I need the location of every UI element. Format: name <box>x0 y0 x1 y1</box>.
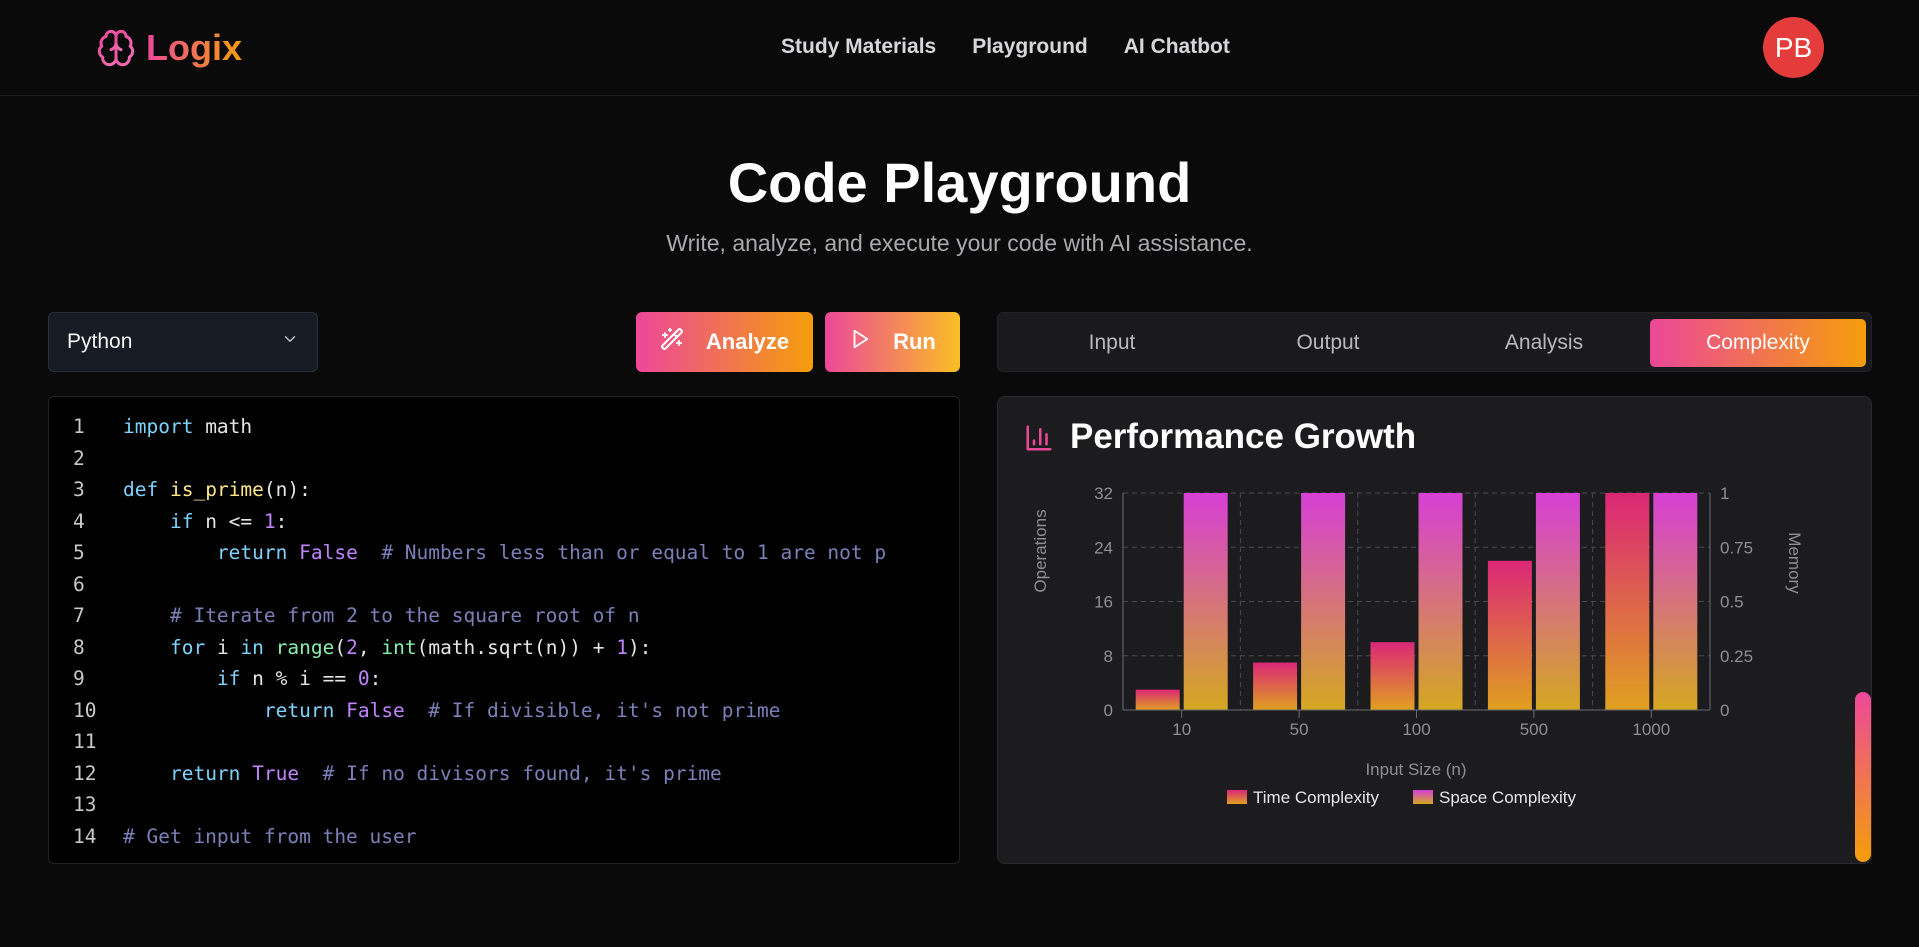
nav-study-materials[interactable]: Study Materials <box>781 35 936 59</box>
legend-swatch-space <box>1413 790 1433 804</box>
y-tick-label: 32 <box>1094 484 1113 503</box>
logo-text: Logix <box>146 27 242 68</box>
nav-playground[interactable]: Playground <box>972 35 1088 59</box>
bar-space-complexity[interactable] <box>1653 493 1698 710</box>
analyze-button[interactable]: Analyze <box>636 312 813 372</box>
legend-label-time[interactable]: Time Complexity <box>1253 788 1379 807</box>
y-axis-label: Operations <box>1031 509 1050 592</box>
code-line: 8 for i in range(2, int(math.sqrt(n)) + … <box>49 633 959 663</box>
legend-label-space[interactable]: Space Complexity <box>1439 788 1577 807</box>
tab-output[interactable]: Output <box>1220 319 1436 367</box>
code-line: 12 return True # If no divisors found, i… <box>49 759 959 789</box>
play-icon <box>849 328 871 356</box>
nav-ai-chatbot[interactable]: AI Chatbot <box>1124 35 1230 59</box>
complexity-panel: Performance Growth 0 8 16 24 32 0 0.25 0.5 0.75 1… <box>997 396 1872 864</box>
x-tick-label: 50 <box>1290 720 1309 739</box>
x-tick-label: 500 <box>1520 720 1548 739</box>
language-select[interactable]: Python <box>48 312 318 372</box>
bar-space-complexity[interactable] <box>1183 493 1228 710</box>
y2-tick-label: 0 <box>1720 701 1729 720</box>
tab-input[interactable]: Input <box>1004 319 1220 367</box>
legend-swatch-time <box>1227 790 1247 804</box>
line-number: 13 <box>73 793 97 816</box>
bar-time-complexity[interactable] <box>1370 642 1415 710</box>
code-line: 13 <box>49 790 959 820</box>
magic-wand-icon <box>660 327 684 357</box>
language-select-value: Python <box>67 330 133 353</box>
brain-icon <box>96 26 136 70</box>
code-line: 2 <box>49 444 959 474</box>
code-line: 9 if n % i == 0: <box>49 664 959 694</box>
code-line: 5 return False # Numbers less than or eq… <box>49 538 959 568</box>
logo[interactable]: Logix <box>96 26 242 70</box>
code-line: 14 # Get input from the user <box>49 822 959 852</box>
x-axis-label: Input Size (n) <box>1365 760 1466 779</box>
y2-tick-label: 0.25 <box>1720 647 1753 666</box>
y2-tick-label: 0.5 <box>1720 593 1744 612</box>
page-subtitle: Write, analyze, and execute your code wi… <box>666 230 1253 256</box>
bar-time-complexity[interactable] <box>1253 662 1298 710</box>
analyze-button-label: Analyze <box>705 329 790 354</box>
code-line: 7 # Iterate from 2 to the square root of… <box>49 601 959 631</box>
y2-tick-label: 0.75 <box>1720 538 1753 557</box>
tab-complexity[interactable]: Complexity <box>1650 319 1866 367</box>
tab-analysis[interactable]: Analysis <box>1436 319 1652 367</box>
code-line: 4 if n <= 1: <box>49 507 959 537</box>
panel-scrollbar[interactable] <box>1855 692 1871 862</box>
y2-tick-label: 1 <box>1720 484 1729 503</box>
line-number: 6 <box>73 572 85 596</box>
top-header: Logix Study Materials Playground AI Chat… <box>0 0 1919 96</box>
y-tick-label: 16 <box>1094 593 1113 612</box>
code-editor[interactable]: 1 import math 2 3 def is_prime(n): 4 if n … <box>48 396 960 864</box>
y-tick-label: 8 <box>1104 647 1113 666</box>
bar-space-complexity[interactable] <box>1535 493 1580 710</box>
code-line: 1 import math <box>49 412 959 442</box>
code-line: 10 return False # If divisible, it's not… <box>49 696 959 726</box>
bar-time-complexity[interactable] <box>1135 689 1180 710</box>
page-title: Code Playground <box>727 151 1192 214</box>
y-tick-label: 24 <box>1094 538 1113 557</box>
code-line: 11 <box>49 727 959 757</box>
bar-time-complexity[interactable] <box>1487 560 1532 710</box>
bar-time-complexity[interactable] <box>1605 493 1650 710</box>
x-tick-label: 10 <box>1172 720 1191 739</box>
bar-space-complexity[interactable] <box>1301 493 1346 710</box>
chart-legend: Time Complexity Space Complexity <box>1227 788 1577 807</box>
line-number: 11 <box>73 730 97 753</box>
bar-space-complexity[interactable] <box>1418 493 1463 710</box>
chevron-down-icon <box>281 330 299 354</box>
x-tick-label: 1000 <box>1632 720 1670 739</box>
result-tabs: Input Output Analysis Complexity <box>997 312 1872 372</box>
user-avatar[interactable]: PB <box>1763 17 1824 78</box>
main-nav: Study Materials Playground AI Chatbot <box>781 32 1230 62</box>
code-line: 6 <box>49 570 959 600</box>
y2-axis-label: Memory <box>1785 532 1804 594</box>
code-line: 3 def is_prime(n): <box>49 475 959 505</box>
run-button[interactable]: Run <box>825 312 960 372</box>
line-number: 2 <box>73 446 85 470</box>
x-tick-label: 100 <box>1402 720 1430 739</box>
performance-chart: 0 8 16 24 32 0 0.25 0.5 0.75 1 10 50 100 500 1000 Oper… <box>1031 484 1804 807</box>
run-button-label: Run <box>893 329 936 354</box>
y-tick-label: 0 <box>1104 701 1113 720</box>
